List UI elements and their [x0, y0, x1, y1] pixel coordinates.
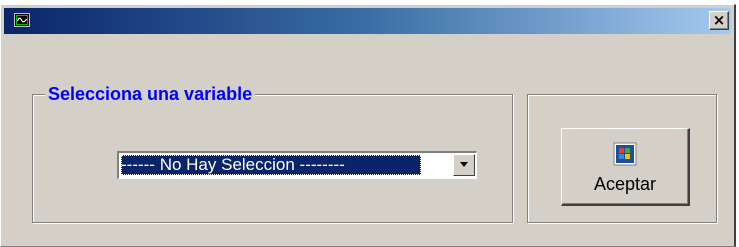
accept-button-label: Aceptar [593, 174, 657, 194]
graph-icon[interactable] [14, 13, 30, 27]
close-button[interactable]: × [709, 11, 729, 30]
variable-select[interactable]: ------ No Hay Seleccion -------- [117, 151, 477, 179]
chevron-down-icon [460, 162, 468, 167]
windows-logo-icon [613, 142, 637, 166]
variable-group-title: Selecciona una variable [45, 83, 256, 105]
dialog-window: × Selecciona una variable ------ No Hay … [0, 4, 736, 247]
actions-groupbox: Aceptar [527, 94, 717, 223]
dropdown-button[interactable] [453, 154, 475, 176]
variable-select-value: ------ No Hay Seleccion -------- [121, 155, 421, 175]
accept-button[interactable]: Aceptar [561, 128, 690, 206]
title-bar[interactable]: × [4, 8, 731, 34]
variable-groupbox: Selecciona una variable ------ No Hay Se… [32, 83, 513, 223]
